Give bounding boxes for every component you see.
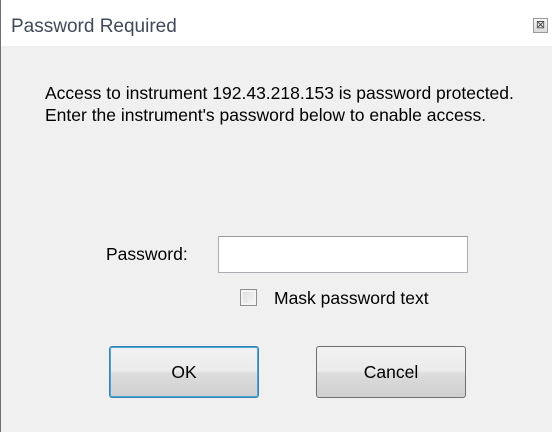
password-dialog: Password Required ⊠ Access to instrument…	[0, 0, 552, 432]
cancel-button[interactable]: Cancel	[316, 346, 466, 398]
mask-password-checkbox[interactable]	[240, 289, 257, 306]
close-icon[interactable]: ⊠	[533, 18, 548, 33]
ok-button[interactable]: OK	[109, 346, 259, 398]
password-input[interactable]	[218, 236, 468, 273]
access-message: Access to instrument 192.43.218.153 is p…	[45, 83, 514, 125]
title-bar: Password Required ⊠	[1, 0, 552, 46]
window-title: Password Required	[11, 16, 177, 37]
mask-password-label[interactable]: Mask password text	[274, 288, 429, 309]
password-label: Password:	[106, 244, 188, 264]
